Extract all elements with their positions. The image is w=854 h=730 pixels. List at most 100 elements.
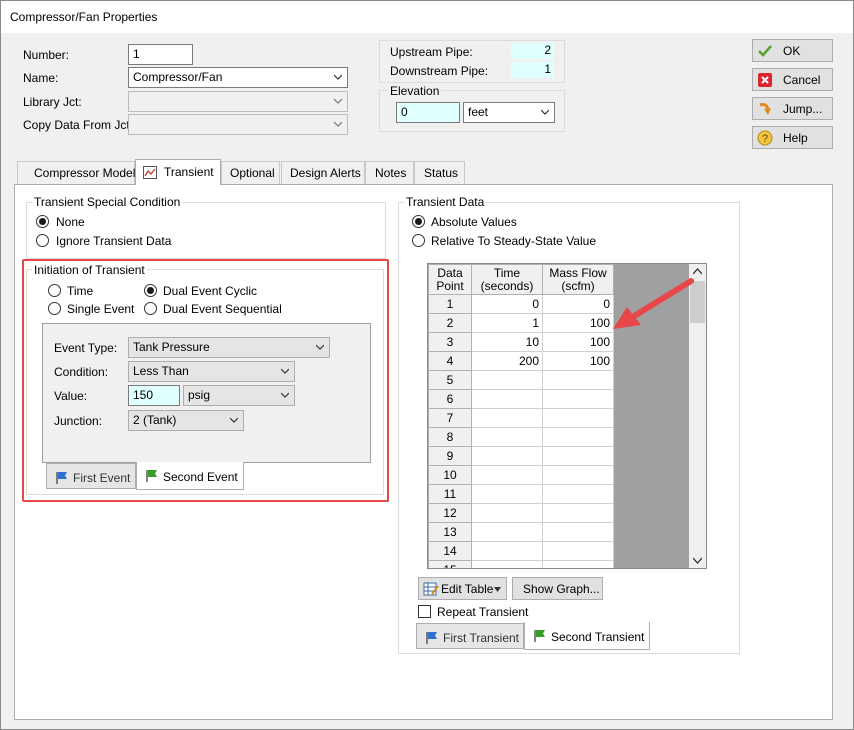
table-row[interactable]: 6: [428, 389, 614, 409]
none-label: None: [56, 215, 85, 229]
table-cell[interactable]: [471, 370, 543, 390]
table-cell[interactable]: [471, 446, 543, 466]
jump-button[interactable]: Jump...: [752, 97, 833, 120]
row-header-cell: 14: [428, 541, 472, 561]
table-cell[interactable]: [471, 427, 543, 447]
table-cell[interactable]: [471, 541, 543, 561]
ignore-transient-label: Ignore Transient Data: [56, 234, 172, 248]
second-transient-label: Second Transient: [551, 630, 645, 644]
elevation-unit-combo[interactable]: feet: [463, 102, 555, 123]
tab-status[interactable]: Status: [414, 161, 465, 184]
table-row[interactable]: 5: [428, 370, 614, 390]
tab-optional[interactable]: Optional: [221, 161, 280, 184]
table-cell[interactable]: [471, 465, 543, 485]
table-cell[interactable]: [542, 560, 614, 568]
window-title: Compressor/Fan Properties: [10, 10, 158, 24]
table-cell[interactable]: [542, 427, 614, 447]
blue-flag-icon: [426, 632, 437, 644]
table-cell[interactable]: [471, 503, 543, 523]
repeat-transient-label: Repeat Transient: [437, 605, 529, 619]
table-row[interactable]: 15: [428, 560, 614, 568]
table-cell[interactable]: [471, 484, 543, 504]
row-header-cell: 3: [428, 332, 472, 352]
absolute-values-radio[interactable]: [412, 215, 425, 228]
checkmark-icon: [758, 45, 772, 57]
table-cell[interactable]: [542, 446, 614, 466]
table-row[interactable]: 14: [428, 541, 614, 561]
relative-values-radio[interactable]: [412, 234, 425, 247]
tab-transient[interactable]: Transient: [135, 159, 221, 185]
table-row[interactable]: 100: [428, 294, 614, 314]
table-cell[interactable]: 0: [471, 294, 543, 314]
help-button[interactable]: ? Help: [752, 126, 833, 149]
show-graph-button[interactable]: Show Graph...: [512, 577, 603, 600]
tab-label: Notes: [375, 166, 407, 180]
table-cell[interactable]: [542, 484, 614, 504]
table-cell[interactable]: 10: [471, 332, 543, 352]
table-row[interactable]: 9: [428, 446, 614, 466]
chart-icon: [143, 166, 157, 179]
chevron-down-icon: [334, 98, 342, 104]
repeat-transient-checkbox[interactable]: [418, 605, 431, 618]
row-header-cell: 12: [428, 503, 472, 523]
column-header: Data Point: [428, 264, 472, 295]
table-cell[interactable]: 100: [542, 351, 614, 371]
table-cell[interactable]: [542, 370, 614, 390]
table-row[interactable]: 7: [428, 408, 614, 428]
table-cell[interactable]: [542, 503, 614, 523]
table-cell[interactable]: [542, 389, 614, 409]
cancel-button[interactable]: Cancel: [752, 68, 833, 91]
elevation-field[interactable]: 0: [396, 102, 460, 123]
name-value: Compressor/Fan: [133, 70, 223, 84]
none-radio[interactable]: [36, 215, 49, 228]
edit-table-button[interactable]: Edit Table: [418, 577, 507, 600]
tab-compressor-model[interactable]: Compressor Model: [17, 161, 135, 184]
elevation-label: Elevation: [388, 84, 442, 98]
library-combo[interactable]: [128, 91, 348, 112]
table-row[interactable]: 8: [428, 427, 614, 447]
transient-data-title: Transient Data: [404, 195, 487, 209]
table-cell[interactable]: [542, 408, 614, 428]
row-header-cell: 13: [428, 522, 472, 542]
table-row[interactable]: 11: [428, 484, 614, 504]
properties-window: Compressor/Fan Properties Number: 1 Name…: [0, 0, 854, 730]
ok-button[interactable]: OK: [752, 39, 833, 62]
scroll-down-icon[interactable]: [693, 557, 702, 564]
table-cell[interactable]: [471, 522, 543, 542]
table-cell[interactable]: 1: [471, 313, 543, 333]
special-condition-group: [26, 202, 386, 259]
copy-label: Copy Data From Jct...: [23, 118, 140, 132]
show-graph-label: Show Graph...: [523, 582, 600, 596]
upstream-value: 2: [511, 43, 554, 59]
svg-text:?: ?: [762, 133, 768, 145]
table-row[interactable]: 10: [428, 465, 614, 485]
table-cell[interactable]: [542, 465, 614, 485]
name-combo[interactable]: Compressor/Fan: [128, 67, 348, 88]
highlight-box: [22, 259, 389, 502]
table-cell[interactable]: [542, 522, 614, 542]
table-row[interactable]: 3 10 100: [428, 332, 614, 352]
upstream-label: Upstream Pipe:: [390, 45, 473, 59]
number-field[interactable]: 1: [128, 44, 193, 65]
table-cell[interactable]: [471, 389, 543, 409]
table-cell[interactable]: [471, 560, 543, 568]
tab-label: Optional: [230, 166, 275, 180]
tab-notes[interactable]: Notes: [365, 161, 414, 184]
second-transient-tab[interactable]: Second Transient: [524, 622, 650, 650]
copy-combo[interactable]: [128, 114, 348, 135]
table-cell[interactable]: [542, 541, 614, 561]
ignore-transient-radio[interactable]: [36, 234, 49, 247]
table-row[interactable]: 4 200 100: [428, 351, 614, 371]
jump-label: Jump...: [783, 102, 823, 116]
row-header-cell: 10: [428, 465, 472, 485]
table-row[interactable]: 13: [428, 522, 614, 542]
table-cell[interactable]: [471, 408, 543, 428]
table-row[interactable]: 12: [428, 503, 614, 523]
absolute-values-label: Absolute Values: [431, 215, 517, 229]
table-row[interactable]: 2 1 100: [428, 313, 614, 333]
table-cell[interactable]: 200: [471, 351, 543, 371]
tab-label: Transient: [164, 165, 214, 179]
tab-label: Design Alerts: [290, 166, 361, 180]
tab-design-alerts[interactable]: Design Alerts: [281, 161, 365, 184]
first-transient-tab[interactable]: First Transient: [416, 623, 524, 649]
